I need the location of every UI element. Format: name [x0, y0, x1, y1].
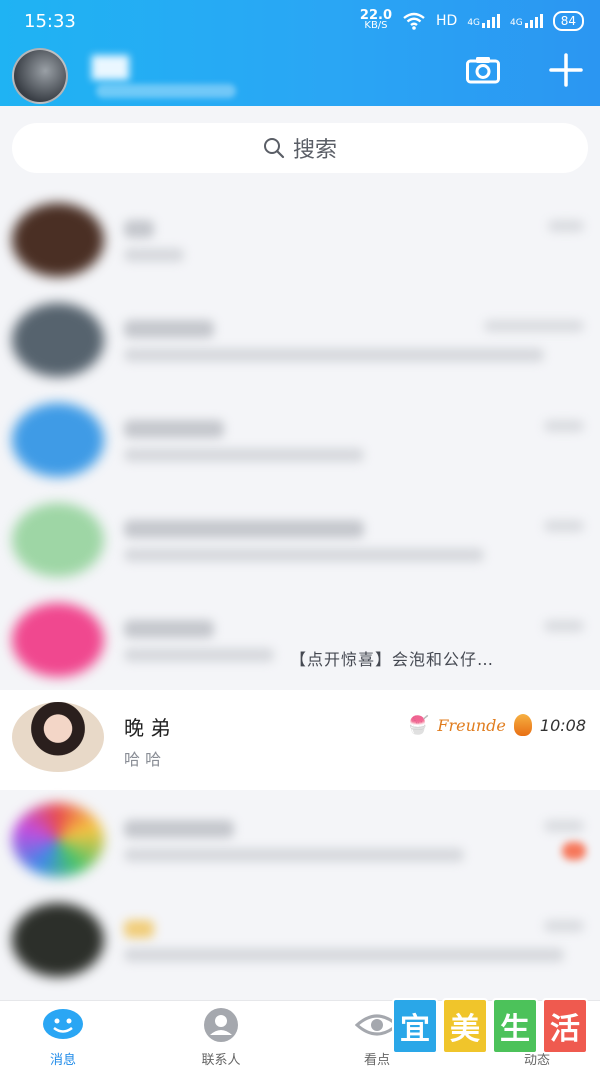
blurred-title: [124, 820, 234, 838]
online-status-blurred[interactable]: [96, 84, 236, 98]
hd-indicator: HD: [436, 13, 458, 29]
avatar: [12, 603, 104, 677]
conversation-meta: 🍧 Freunde 10:08: [407, 714, 586, 736]
tab-contacts[interactable]: 联系人: [176, 1007, 266, 1068]
camera-icon[interactable]: [466, 56, 500, 84]
freunde-badge: Freunde: [437, 715, 506, 735]
unread-badge: [562, 842, 586, 860]
blurred-time: [544, 920, 584, 932]
signal-label-2: 4G: [510, 18, 523, 28]
watermark-char: 宜: [392, 998, 438, 1054]
conversation-row[interactable]: [0, 190, 600, 290]
avatar: [12, 203, 104, 277]
search-bar[interactable]: 搜索: [12, 123, 588, 173]
blurred-title: [124, 520, 364, 538]
blurred-preview: [124, 348, 544, 362]
blurred-time: [544, 520, 584, 532]
signal-icon-1: 4G: [467, 14, 501, 28]
tab-label: 联系人: [201, 1053, 241, 1068]
avatar: [12, 403, 104, 477]
blurred-time: [484, 320, 584, 332]
blurred-preview: [124, 848, 464, 862]
conversation-list: 晚 弟 哈 哈 🍧 Freunde 10:08: [0, 190, 600, 990]
avatar: [12, 903, 104, 977]
blurred-preview: [124, 448, 364, 462]
messages-icon: [43, 1009, 83, 1039]
blurred-time: [548, 220, 584, 232]
watermark-char: 美: [442, 998, 488, 1054]
blurred-time: [544, 420, 584, 432]
blurred-title: [124, 320, 214, 338]
status-time: 15:33: [24, 10, 76, 32]
search-placeholder: 搜索: [292, 138, 337, 163]
conversation-row[interactable]: [0, 790, 600, 890]
blurred-title: [124, 620, 214, 638]
status-indicators: 22.0 KB/S HD 4G 4G 84: [360, 9, 584, 31]
conversation-row[interactable]: [0, 290, 600, 390]
blurred-preview: [124, 948, 564, 962]
plus-icon[interactable]: [548, 52, 584, 88]
blurred-title: [124, 420, 224, 438]
avatar: [12, 803, 104, 877]
flame-icon: [513, 714, 532, 736]
conversation-preview-visible: 【点开惊喜】会泡和公仔…: [290, 650, 495, 669]
conversation-name: 晚 弟: [124, 716, 171, 740]
blurred-preview: [124, 248, 184, 262]
network-speed: 22.0 KB/S: [360, 9, 392, 31]
conversation-row[interactable]: [0, 390, 600, 490]
conversation-row[interactable]: [0, 890, 600, 990]
blurred-preview: [124, 648, 274, 662]
signal-icon-2: 4G: [510, 14, 543, 28]
avatar: [12, 303, 104, 377]
blurred-title: [124, 220, 154, 238]
tab-label: 看点: [363, 1053, 390, 1068]
watermark-logo: 宜 美 生 活: [392, 998, 588, 1054]
conversation-preview: 哈 哈: [124, 750, 162, 769]
avatar: [12, 503, 104, 577]
conversation-row[interactable]: 晚 弟 哈 哈 🍧 Freunde 10:08: [0, 690, 600, 790]
watermark-char: 活: [542, 998, 588, 1054]
wifi-icon: [403, 12, 425, 30]
search-icon: [263, 138, 285, 159]
signal-label-1: 4G: [467, 18, 481, 28]
top-header: 15:33 22.0 KB/S HD 4G 4G 84 ▇▇: [0, 0, 600, 106]
header-row: ▇▇: [0, 44, 600, 104]
avatar: [12, 702, 104, 772]
watermark-char: 生: [492, 998, 538, 1054]
conversation-row[interactable]: [0, 590, 600, 690]
my-nickname-blurred[interactable]: ▇▇: [92, 52, 129, 80]
network-speed-unit: KB/S: [364, 20, 388, 31]
tab-label: 动态: [523, 1053, 550, 1068]
blurred-time: [544, 820, 584, 832]
tab-label: 消息: [49, 1053, 76, 1068]
tab-messages[interactable]: 消息: [18, 1007, 108, 1068]
blurred-title: [124, 920, 154, 938]
blurred-time: [544, 620, 584, 632]
battery-indicator: 84: [552, 11, 584, 31]
ice-cream-icon: 🍧: [406, 714, 430, 736]
blurred-preview: [124, 548, 484, 562]
my-avatar[interactable]: [12, 48, 68, 104]
conversation-time: 10:08: [539, 715, 586, 735]
status-bar: 15:33 22.0 KB/S HD 4G 4G 84: [0, 0, 600, 42]
contacts-icon: [204, 1008, 238, 1042]
conversation-row[interactable]: [0, 490, 600, 590]
